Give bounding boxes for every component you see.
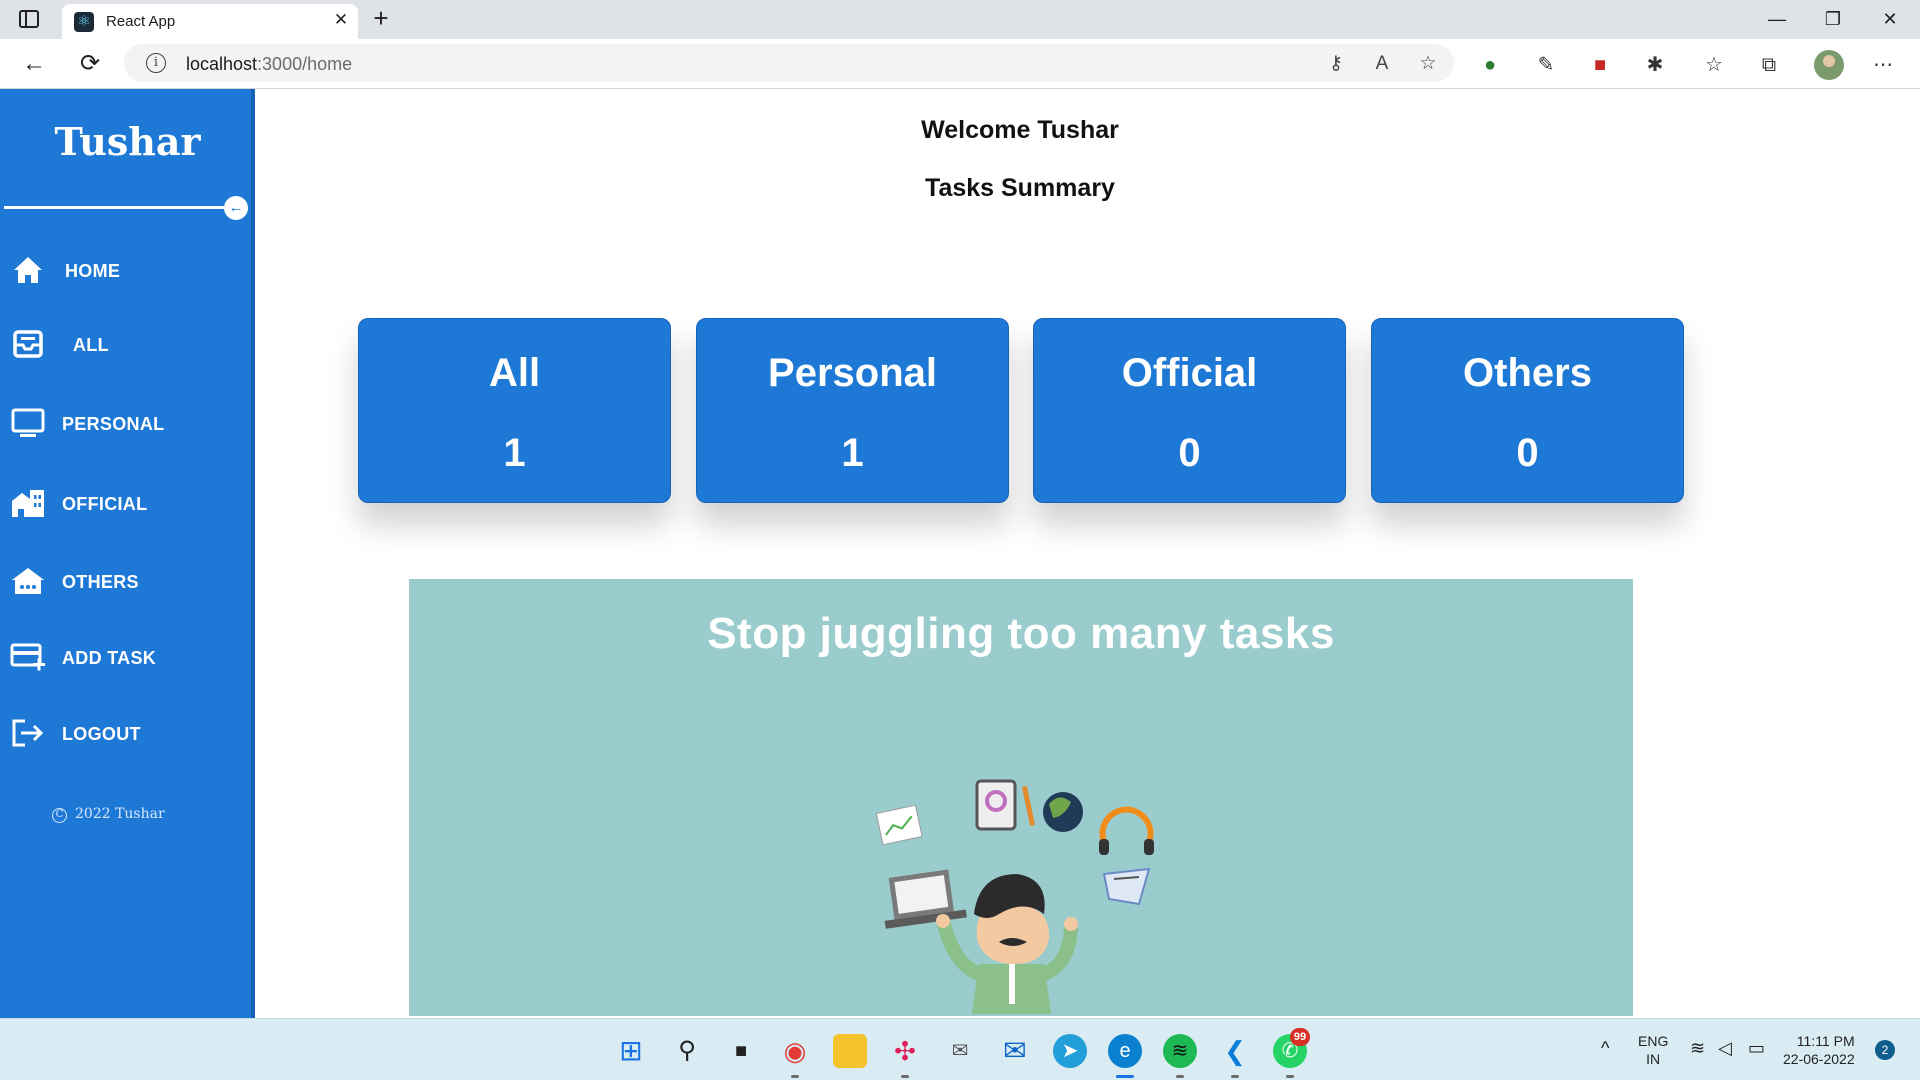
minimize-button[interactable]: — (1754, 4, 1800, 34)
spotify-icon[interactable]: ≋ (1163, 1034, 1197, 1068)
search-icon[interactable]: ⚲ (670, 1034, 704, 1068)
key-icon[interactable]: ⚷ (1324, 52, 1348, 76)
running-indicator (1231, 1075, 1239, 1078)
welcome-heading: Welcome Tushar (921, 116, 1119, 144)
profile-avatar[interactable] (1814, 50, 1844, 80)
favorites-icon[interactable]: ☆ (1701, 52, 1727, 78)
battery-icon[interactable]: ▭ (1748, 1038, 1765, 1059)
sidebar-item-logout[interactable]: LOGOUT (0, 709, 255, 757)
sidebar-item-label: ADD TASK (62, 648, 157, 668)
url-text[interactable]: localhost:3000/home (186, 54, 352, 75)
refresh-button[interactable]: ⟳ (74, 49, 106, 81)
browser-tab-strip: ⚛ React App ✕ + — ❐ ✕ (0, 0, 1920, 39)
collections-icon[interactable]: ⧉ (1756, 52, 1782, 78)
card-title: All (488, 351, 541, 395)
sidebar-item-label: OFFICIAL (62, 494, 148, 514)
card-count: 0 (1516, 431, 1539, 475)
extension-pen-icon[interactable]: ✎ (1533, 52, 1559, 78)
extensions-icon[interactable]: ✱ (1642, 52, 1668, 78)
browser-tab[interactable]: ⚛ React App ✕ (62, 4, 358, 39)
vscode-icon[interactable]: ❮ (1218, 1034, 1252, 1068)
task-view-icon[interactable]: ■ (724, 1034, 758, 1068)
slack-icon[interactable]: ✣ (888, 1034, 922, 1068)
running-indicator (901, 1075, 909, 1078)
logout-icon (12, 719, 44, 747)
card-title: Personal (768, 351, 937, 395)
sidebar-item-label: PERSONAL (62, 414, 165, 434)
tasks-summary-heading: Tasks Summary (925, 174, 1115, 202)
banner-headline: Stop juggling too many tasks (707, 609, 1335, 658)
add-favorite-icon[interactable]: ☆ (1416, 52, 1440, 76)
sidebar-item-label: LOGOUT (62, 724, 141, 744)
sidebar-item-personal[interactable]: PERSONAL (0, 399, 255, 447)
sidebar: Tushar ← HOME ALL PERSONAL OFFICIAL OTHE… (0, 89, 255, 1018)
read-aloud-icon[interactable]: A (1370, 52, 1394, 76)
juggler-illustration (875, 779, 1154, 1014)
new-tab-button[interactable]: + (366, 3, 396, 33)
running-indicator (1176, 1075, 1184, 1078)
restore-button[interactable]: ❐ (1810, 4, 1856, 34)
juggling-banner: Stop juggling too many tasks (409, 579, 1633, 1016)
extension-red-icon[interactable]: ■ (1587, 52, 1613, 78)
card-count: 1 (841, 431, 864, 475)
edge-icon[interactable]: e (1108, 1034, 1142, 1068)
sidebar-item-all[interactable]: ALL (0, 320, 255, 368)
running-indicator (791, 1075, 799, 1078)
sidebar-item-label: OTHERS (62, 572, 139, 592)
inbox-tray-icon (13, 330, 43, 358)
collapse-sidebar-button[interactable]: ← (224, 196, 248, 220)
react-icon: ⚛ (74, 12, 94, 32)
volume-icon[interactable]: ◁ (1718, 1038, 1732, 1059)
outlook-mail-icon[interactable]: ✉ (998, 1034, 1032, 1068)
tab-title: React App (106, 13, 176, 30)
mail-app-icon[interactable]: ✉ (943, 1034, 977, 1068)
summary-card-personal[interactable]: Personal 1 (696, 318, 1009, 503)
sidebar-footer: C 2022 Tushar (52, 806, 165, 823)
monitor-icon (11, 408, 45, 437)
sidebar-item-others[interactable]: OTHERS (0, 557, 255, 605)
chrome-icon[interactable]: ◉ (778, 1034, 812, 1068)
more-menu-icon[interactable]: ⋯ (1870, 52, 1896, 78)
tab-actions-icon[interactable] (19, 10, 39, 28)
card-add-icon (10, 643, 45, 671)
taskbar: ⊞ ⚲ ■ ◉ ✣ ✉ ✉ ➤ e ≋ ❮ ✆ ^ ENG IN ≋ ◁ ▭ 11… (0, 1018, 1920, 1080)
card-title: Others (1463, 351, 1592, 395)
telegram-icon[interactable]: ➤ (1053, 1034, 1087, 1068)
sidebar-item-add-task[interactable]: ADD TASK (0, 633, 255, 681)
chevron-up-icon[interactable]: ^ (1601, 1038, 1609, 1059)
home-icon (14, 257, 42, 283)
input-language[interactable]: ENG IN (1638, 1032, 1668, 1068)
sidebar-item-home[interactable]: HOME (0, 246, 255, 294)
address-toolbar: ← ⟳ i localhost:3000/home ⚷ A ☆ ● ✎ ■ ✱ … (0, 39, 1920, 89)
wifi-icon[interactable]: ≋ (1690, 1038, 1705, 1059)
card-title: Official (1121, 351, 1258, 395)
card-count: 0 (1178, 431, 1201, 475)
brand-title: Tushar (54, 119, 201, 164)
extension-globe-icon[interactable]: ● (1477, 52, 1503, 78)
file-explorer-icon[interactable] (833, 1034, 867, 1068)
close-window-button[interactable]: ✕ (1867, 4, 1913, 34)
site-info-icon[interactable]: i (146, 53, 166, 73)
close-tab-icon[interactable]: ✕ (330, 9, 352, 31)
running-indicator (1286, 1075, 1294, 1078)
sidebar-item-label: HOME (65, 261, 121, 281)
store-awning-icon (12, 568, 44, 594)
whatsapp-unread-badge: 99 (1290, 1028, 1310, 1046)
active-app-indicator (1116, 1075, 1134, 1078)
back-button[interactable]: ← (18, 49, 50, 81)
notification-badge[interactable]: 2 (1875, 1040, 1895, 1060)
system-clock[interactable]: 11:11 PM 22-06-2022 (1783, 1032, 1855, 1068)
card-count: 1 (503, 431, 526, 475)
copyright-icon: C (52, 808, 67, 823)
summary-card-others[interactable]: Others 0 (1371, 318, 1684, 503)
office-building-icon (12, 490, 44, 517)
summary-card-all[interactable]: All 1 (358, 318, 671, 503)
sidebar-item-official[interactable]: OFFICIAL (0, 479, 255, 527)
summary-card-official[interactable]: Official 0 (1033, 318, 1346, 503)
sidebar-divider (4, 206, 224, 209)
sidebar-item-label: ALL (73, 335, 109, 355)
address-bar[interactable]: i localhost:3000/home ⚷ A ☆ (124, 44, 1454, 82)
windows-start-icon[interactable]: ⊞ (614, 1034, 648, 1068)
